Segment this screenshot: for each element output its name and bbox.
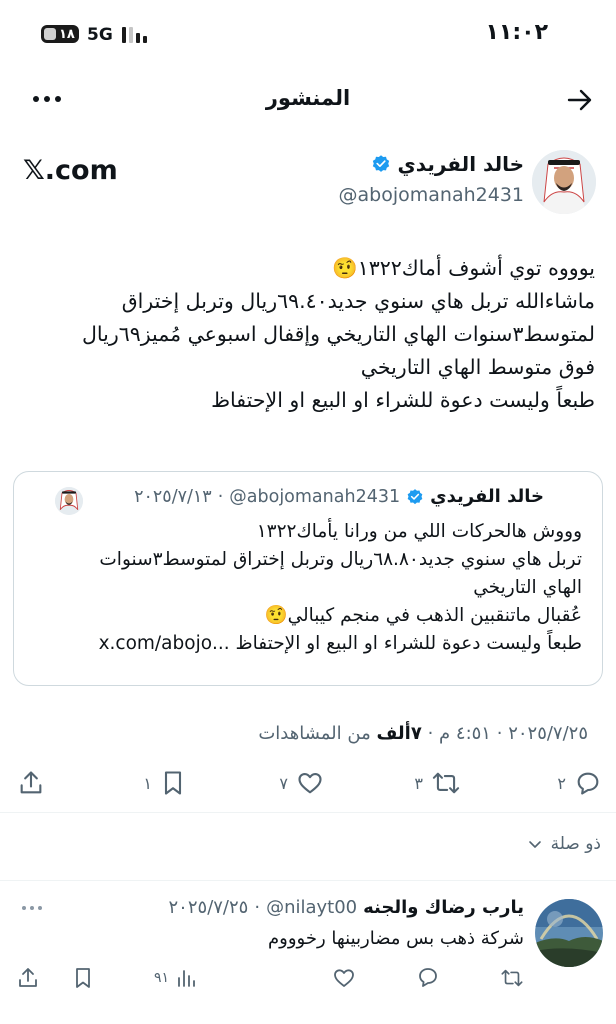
status-time: ١١:٠٢ bbox=[485, 20, 548, 45]
author-name[interactable]: خالد الفريدي bbox=[397, 152, 524, 176]
reply-icon bbox=[577, 772, 599, 795]
share-button[interactable] bbox=[17, 769, 45, 797]
reply-views-button[interactable]: ٩١ bbox=[154, 966, 198, 990]
verified-badge-icon bbox=[373, 155, 390, 172]
bookmark-icon bbox=[76, 968, 90, 988]
quote-line: عُقبال ماتنقبين الذهب في منجم كيبالي🤨 bbox=[264, 605, 582, 626]
back-button[interactable] bbox=[566, 86, 594, 114]
page-title: المنشور bbox=[265, 86, 351, 110]
reply-count: ٢ bbox=[557, 773, 566, 793]
bookmark-button[interactable]: ١ bbox=[143, 769, 186, 797]
reply-repost-button[interactable] bbox=[500, 966, 524, 990]
related-dropdown[interactable]: ذو صلة bbox=[527, 834, 601, 854]
quote-date: ٢٠٢٥/٧/١٣ bbox=[134, 486, 212, 507]
post-text: يوووه توي أشوف أماك١٣٢٢🤨 ماشاءالله تربل … bbox=[15, 252, 595, 417]
share-icon bbox=[19, 968, 37, 987]
views-label: من المشاهدات bbox=[258, 723, 371, 744]
reply-date: ٢٠٢٥/٧/٢٥ bbox=[168, 897, 249, 918]
chevron-down-icon bbox=[528, 841, 541, 848]
reply-like-button[interactable] bbox=[332, 966, 356, 990]
views-chart-icon bbox=[178, 970, 195, 987]
reply-author-handle[interactable]: @nilayt00 bbox=[266, 897, 357, 918]
share-icon bbox=[20, 771, 42, 794]
heart-icon bbox=[334, 969, 354, 987]
x-logo-label: 𝕏.com bbox=[23, 155, 118, 186]
reply-button[interactable]: ٢ bbox=[557, 769, 602, 797]
network-type: 5G bbox=[87, 25, 113, 45]
reply-author-name[interactable]: يارب رضاك والجنه bbox=[363, 897, 524, 918]
heart-icon bbox=[298, 772, 322, 794]
reply-separator: · bbox=[254, 897, 261, 918]
post-line: فوق متوسط الهاي التاريخي bbox=[360, 355, 595, 379]
reply-share-button[interactable] bbox=[16, 966, 40, 990]
quote-author-avatar bbox=[55, 487, 83, 515]
quote-header: خالد الفريدي @abojomanah2431 · ٢٠٢٥/٧/١٣ bbox=[134, 486, 544, 507]
post-meta: ٢٠٢٥/٧/٢٥ · ٤:٥١ م · ٧ألف من المشاهدات bbox=[258, 723, 588, 744]
signal-icon bbox=[122, 27, 147, 43]
quote-author-handle: @abojomanah2431 bbox=[229, 486, 401, 507]
author-avatar[interactable] bbox=[532, 150, 596, 214]
repost-icon bbox=[501, 969, 523, 987]
quote-line: الهاي التاريخي bbox=[473, 577, 582, 598]
quote-author-name: خالد الفريدي bbox=[430, 486, 544, 507]
meta-separator: · bbox=[427, 723, 434, 744]
meta-separator: · bbox=[496, 723, 503, 744]
bookmark-count: ١ bbox=[143, 773, 152, 793]
repost-icon bbox=[432, 772, 460, 794]
views-count[interactable]: ٧ألف bbox=[376, 723, 421, 744]
repost-count: ٣ bbox=[414, 773, 423, 793]
reply-header: يارب رضاك والجنه @nilayt00 · ٢٠٢٥/٧/٢٥ bbox=[169, 897, 524, 918]
quote-line: تربل هاي سنوي جديد٦٨.٨٠ريال وتربل إختراق… bbox=[99, 549, 582, 570]
bookmark-icon bbox=[164, 771, 182, 795]
divider bbox=[0, 812, 616, 813]
reply-bookmark-button[interactable] bbox=[72, 966, 94, 990]
post-line: طبعاً وليست دعوة للشراء او البيع او الإح… bbox=[211, 388, 595, 412]
like-button[interactable]: ٧ bbox=[279, 769, 324, 797]
reply-author-avatar[interactable] bbox=[535, 899, 603, 967]
like-count: ٧ bbox=[279, 773, 288, 793]
battery-level: ١٨ bbox=[59, 26, 75, 42]
reply-more-button[interactable] bbox=[22, 906, 42, 910]
quote-line: طبعاً وليست دعوة للشراء او البيع او الإح… bbox=[98, 633, 582, 654]
battery-indicator: ١٨ bbox=[41, 25, 79, 43]
reply-text: شركة ذهب بس مضاربينها رخوووم bbox=[268, 928, 524, 949]
author-name-row[interactable]: خالد الفريدي bbox=[371, 152, 524, 176]
post-line: يوووه توي أشوف أماك١٣٢٢🤨 bbox=[332, 256, 595, 280]
quote-line: وووش هالحركات اللي من ورانا يأماك١٣٢٢ bbox=[256, 521, 582, 542]
reply-icon bbox=[419, 968, 437, 987]
arrow-right-icon bbox=[567, 89, 592, 111]
repost-button[interactable]: ٣ bbox=[414, 769, 461, 797]
post-date: ٢٠٢٥/٧/٢٥ bbox=[508, 723, 588, 744]
quote-text: وووش هالحركات اللي من ورانا يأماك١٣٢٢ تر… bbox=[22, 518, 582, 658]
author-handle[interactable]: @abojomanah2431 bbox=[339, 184, 524, 206]
post-line: لمتوسط٣سنوات الهاي التاريخي وإقفال اسبوع… bbox=[81, 322, 595, 346]
divider bbox=[0, 880, 616, 881]
reply-reply-button[interactable] bbox=[416, 965, 440, 989]
reply-views-count: ٩١ bbox=[154, 970, 170, 986]
quoted-post[interactable]: خالد الفريدي @abojomanah2431 · ٢٠٢٥/٧/١٣… bbox=[13, 471, 603, 686]
more-options-button[interactable] bbox=[33, 96, 61, 102]
related-label: ذو صلة bbox=[550, 834, 601, 854]
post-time: ٤:٥١ م bbox=[439, 723, 491, 744]
verified-badge-icon bbox=[407, 488, 423, 504]
quote-separator: · bbox=[217, 486, 224, 507]
post-line: ماشاءالله تربل هاي سنوي جديد٦٩.٤٠ريال وت… bbox=[121, 289, 595, 313]
